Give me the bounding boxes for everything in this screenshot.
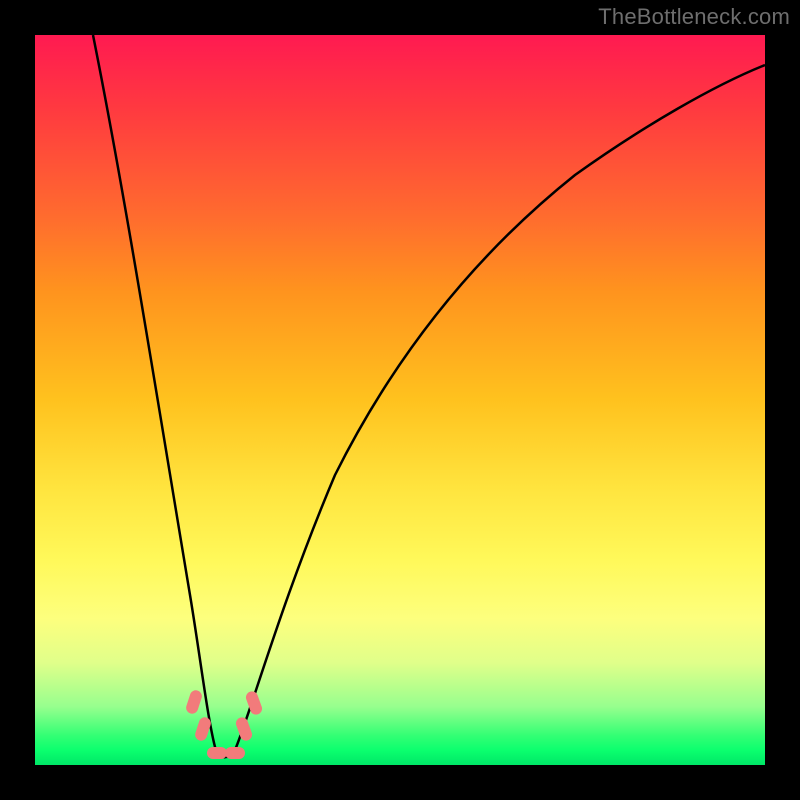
curve-marker: [207, 747, 227, 759]
bottleneck-curve-path: [93, 35, 765, 757]
curve-svg: [35, 35, 765, 765]
curve-marker: [244, 690, 263, 717]
chart-frame: TheBottleneck.com: [0, 0, 800, 800]
curve-marker: [185, 689, 204, 716]
curve-marker: [234, 716, 253, 743]
plot-area: [35, 35, 765, 765]
curve-marker: [194, 716, 213, 743]
curve-marker: [225, 747, 245, 759]
watermark-text: TheBottleneck.com: [598, 4, 790, 30]
